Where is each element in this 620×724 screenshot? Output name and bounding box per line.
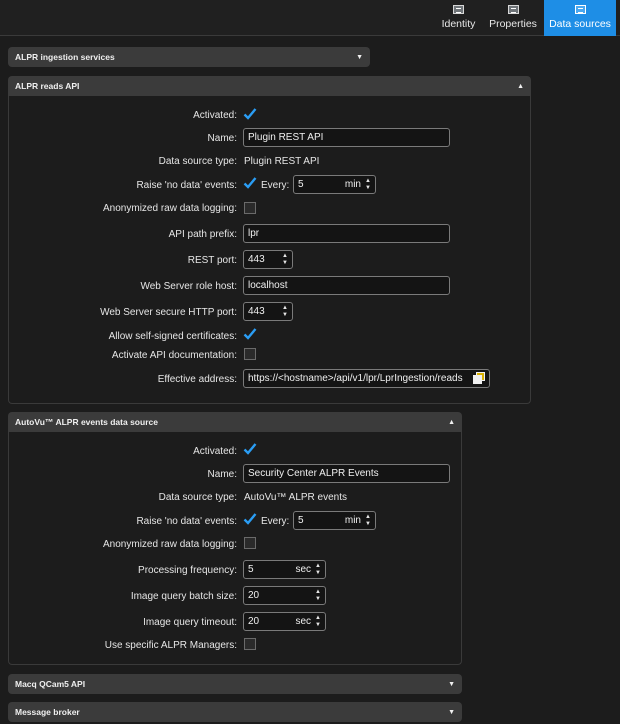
raise-no-data-label: Raise 'no data' events: (136, 180, 237, 191)
rest-port-stepper[interactable]: 443 ▲ ▼ (243, 250, 293, 269)
api-path-prefix-input[interactable]: lpr (243, 224, 450, 243)
tab-data-sources-label: Data sources (549, 18, 611, 30)
chevron-up-icon: ▲ (517, 82, 524, 90)
data-source-type-value: Plugin REST API (244, 156, 320, 167)
specific-managers-label: Use specific ALPR Managers: (104, 640, 237, 651)
autovu-anonymized-logging-checkbox[interactable] (244, 537, 256, 549)
anonymized-logging-label: Anonymized raw data logging: (103, 203, 237, 214)
batch-size-value: 20 (248, 590, 260, 601)
web-server-host-label: Web Server role host: (140, 281, 237, 292)
autovu-every-unit: min (344, 515, 361, 526)
section-autovu-header[interactable]: AutoVu™ ALPR events data source ▲ (8, 412, 462, 432)
effective-address-field: https://<hostname>/api/v1/lpr/LprIngesti… (243, 369, 490, 388)
section-alpr-reads-api-header[interactable]: ALPR reads API ▲ (8, 76, 531, 96)
web-server-port-label: Web Server secure HTTP port: (100, 307, 237, 318)
check-icon (243, 443, 257, 455)
autovu-raise-no-data-label: Raise 'no data' events: (136, 516, 237, 527)
batch-size-label: Image query batch size: (130, 591, 237, 602)
web-server-port-value: 443 (248, 306, 265, 317)
autovu-data-source-type-label: Data source type: (158, 492, 237, 503)
every-stepper[interactable]: 5 min ▲ ▼ (293, 175, 376, 194)
effective-address-label: Effective address: (157, 374, 237, 385)
section-title: Message broker (15, 707, 80, 717)
specific-managers-checkbox[interactable] (244, 638, 256, 650)
rest-port-value: 443 (248, 254, 265, 265)
rest-port-label: REST port: (187, 255, 237, 266)
check-icon (243, 177, 257, 189)
stepper-arrows-icon[interactable]: ▲ ▼ (364, 514, 372, 527)
query-timeout-stepper[interactable]: 20 sec ▲ ▼ (243, 612, 326, 631)
data-sources-icon (574, 5, 586, 14)
autovu-name-input[interactable]: Security Center ALPR Events (243, 464, 450, 483)
anonymized-logging-checkbox[interactable] (244, 202, 256, 214)
stepper-arrows-icon[interactable]: ▲ ▼ (314, 589, 322, 602)
autovu-data-source-type-value: AutoVu™ ALPR events (244, 492, 348, 503)
check-icon (243, 513, 257, 525)
stepper-arrows-icon[interactable]: ▲ ▼ (281, 305, 289, 318)
autovu-name-label: Name: (207, 469, 237, 480)
autovu-anonymized-logging-label: Anonymized raw data logging: (103, 539, 237, 550)
section-alpr-ingestion-header[interactable]: ALPR ingestion services ▼ (8, 47, 370, 67)
stepper-arrows-icon[interactable]: ▲ ▼ (281, 253, 289, 266)
autovu-every-stepper[interactable]: 5 min ▲ ▼ (293, 511, 376, 530)
autovu-activated-checkbox[interactable] (243, 443, 257, 456)
stepper-arrows-icon[interactable]: ▲ ▼ (314, 563, 322, 576)
processing-frequency-label: Processing frequency: (138, 565, 237, 576)
every-value: 5 (298, 179, 304, 190)
api-documentation-label: Activate API documentation: (111, 350, 237, 361)
check-icon (243, 108, 257, 120)
autovu-every-value: 5 (298, 515, 304, 526)
every-label: Every: (261, 180, 290, 191)
tab-identity-label: Identity (441, 18, 476, 30)
tab-data-sources[interactable]: Data sources (544, 0, 616, 36)
activated-checkbox[interactable] (243, 108, 257, 121)
stepper-arrows-icon[interactable]: ▲ ▼ (364, 178, 372, 191)
section-title: ALPR reads API (15, 81, 80, 91)
check-icon (243, 328, 257, 340)
section-title: Macq QCam5 API (15, 679, 86, 689)
batch-size-stepper[interactable]: 20 ▲ ▼ (243, 586, 326, 605)
self-signed-label: Allow self-signed certificates: (108, 331, 237, 342)
processing-frequency-unit: sec (295, 564, 311, 575)
tab-identity[interactable]: Identity (436, 0, 481, 36)
query-timeout-label: Image query timeout: (143, 617, 237, 628)
chevron-down-icon: ▼ (448, 680, 455, 688)
web-server-host-input[interactable]: localhost (243, 276, 450, 295)
name-input[interactable]: Plugin REST API (243, 128, 450, 147)
self-signed-checkbox[interactable] (243, 328, 257, 341)
api-documentation-checkbox[interactable] (244, 348, 256, 360)
tab-properties[interactable]: Properties (484, 0, 542, 36)
data-source-type-label: Data source type: (158, 156, 237, 167)
name-label: Name: (207, 133, 237, 144)
autovu-activated-label: Activated: (193, 446, 237, 457)
stepper-arrows-icon[interactable]: ▲ ▼ (314, 615, 322, 628)
chevron-down-icon: ▼ (356, 53, 363, 61)
top-tab-bar: Identity Properties Data sources (0, 0, 620, 36)
processing-frequency-stepper[interactable]: 5 sec ▲ ▼ (243, 560, 326, 579)
tab-properties-label: Properties (489, 18, 537, 30)
chevron-down-icon: ▼ (448, 708, 455, 716)
processing-frequency-value: 5 (248, 564, 254, 575)
chevron-up-icon: ▲ (448, 418, 455, 426)
identity-icon (453, 5, 464, 14)
autovu-every-label: Every: (261, 516, 290, 527)
section-title: AutoVu™ ALPR events data source (15, 417, 158, 427)
section-title: ALPR ingestion services (15, 52, 115, 62)
web-server-port-stepper[interactable]: 443 ▲ ▼ (243, 302, 293, 321)
section-macq-header[interactable]: Macq QCam5 API ▼ (8, 674, 462, 694)
autovu-raise-no-data-checkbox[interactable] (243, 513, 257, 526)
section-message-broker-header[interactable]: Message broker ▼ (8, 702, 462, 722)
query-timeout-value: 20 (248, 616, 260, 627)
copy-icon[interactable] (472, 371, 486, 385)
raise-no-data-checkbox[interactable] (243, 177, 257, 190)
effective-address-value: https://<hostname>/api/v1/lpr/LprIngesti… (248, 373, 463, 384)
every-unit: min (344, 179, 361, 190)
properties-icon (507, 5, 519, 14)
api-path-prefix-label: API path prefix: (168, 229, 237, 240)
query-timeout-unit: sec (295, 616, 311, 627)
activated-label: Activated: (193, 110, 237, 121)
